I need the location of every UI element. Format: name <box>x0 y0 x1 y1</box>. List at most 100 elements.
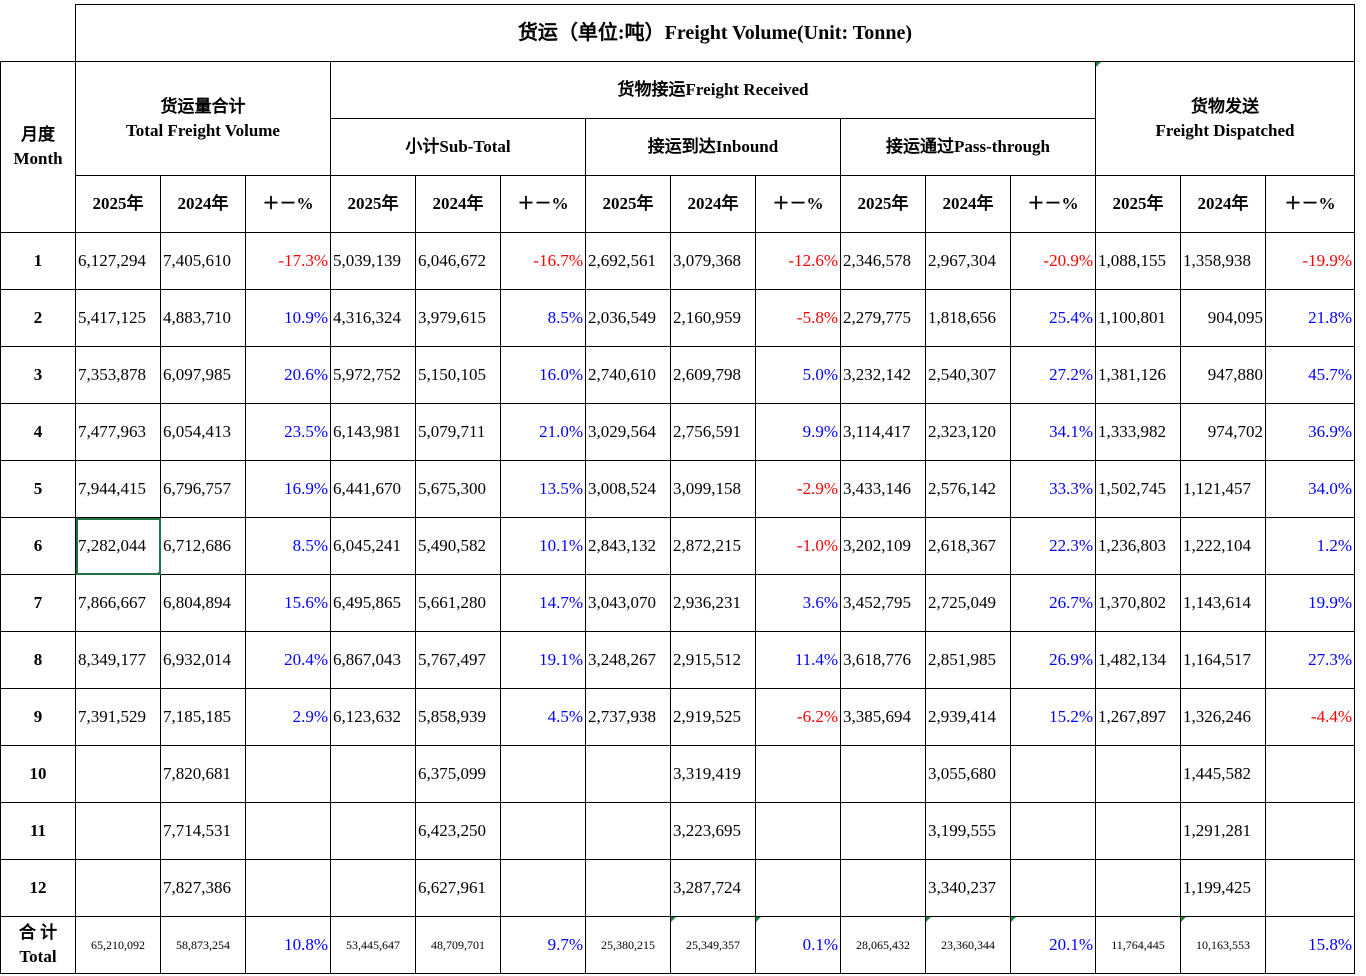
change-pct-cell[interactable] <box>1265 802 1355 860</box>
value-cell[interactable]: 7,282,044 <box>75 517 161 575</box>
change-pct-cell[interactable] <box>1265 745 1355 803</box>
blank-corner-cell[interactable] <box>0 4 76 62</box>
value-cell[interactable]: 1,222,104 <box>1180 517 1266 575</box>
value-cell[interactable]: 1,143,614 <box>1180 574 1266 632</box>
value-cell[interactable]: 1,381,126 <box>1095 346 1181 404</box>
value-cell[interactable]: 6,097,985 <box>160 346 246 404</box>
col-header-subtotal-2025[interactable]: 2025年 <box>330 175 416 233</box>
change-pct-cell[interactable] <box>245 802 331 860</box>
total-change-pct-cell[interactable]: 10.8% <box>245 916 331 974</box>
value-cell[interactable] <box>585 802 671 860</box>
value-cell[interactable]: 6,127,294 <box>75 232 161 290</box>
value-cell[interactable]: 6,046,672 <box>415 232 501 290</box>
change-pct-cell[interactable]: 15.6% <box>245 574 331 632</box>
value-cell[interactable]: 6,441,670 <box>330 460 416 518</box>
change-pct-cell[interactable]: 16.9% <box>245 460 331 518</box>
col-header-subtotal-2024[interactable]: 2024年 <box>415 175 501 233</box>
change-pct-cell[interactable]: 22.3% <box>1010 517 1096 575</box>
value-cell[interactable] <box>330 745 416 803</box>
month-cell[interactable]: 12 <box>0 859 76 917</box>
change-pct-cell[interactable]: 23.5% <box>245 403 331 461</box>
change-pct-cell[interactable]: 27.3% <box>1265 631 1355 689</box>
value-cell[interactable]: 3,433,146 <box>840 460 926 518</box>
total-value-cell[interactable]: 28,065,432 <box>840 916 926 974</box>
value-cell[interactable]: 6,932,014 <box>160 631 246 689</box>
change-pct-cell[interactable] <box>755 802 841 860</box>
value-cell[interactable]: 1,370,802 <box>1095 574 1181 632</box>
col-header-passthrough-2025[interactable]: 2025年 <box>840 175 926 233</box>
change-pct-cell[interactable]: -4.4% <box>1265 688 1355 746</box>
value-cell[interactable]: 2,323,120 <box>925 403 1011 461</box>
change-pct-cell[interactable] <box>245 745 331 803</box>
value-cell[interactable] <box>330 802 416 860</box>
value-cell[interactable] <box>75 859 161 917</box>
value-cell[interactable]: 1,358,938 <box>1180 232 1266 290</box>
value-cell[interactable]: 3,452,795 <box>840 574 926 632</box>
value-cell[interactable]: 3,008,524 <box>585 460 671 518</box>
value-cell[interactable]: 2,618,367 <box>925 517 1011 575</box>
month-cell[interactable]: 8 <box>0 631 76 689</box>
month-cell[interactable]: 2 <box>0 289 76 347</box>
value-cell[interactable]: 2,346,578 <box>840 232 926 290</box>
change-pct-cell[interactable]: 20.6% <box>245 346 331 404</box>
change-pct-cell[interactable]: 21.0% <box>500 403 586 461</box>
value-cell[interactable]: 6,143,981 <box>330 403 416 461</box>
freight-received-header[interactable]: 货物接运Freight Received <box>330 61 1096 119</box>
value-cell[interactable]: 6,045,241 <box>330 517 416 575</box>
change-pct-cell[interactable] <box>245 859 331 917</box>
total-change-pct-cell[interactable]: 0.1% <box>755 916 841 974</box>
total-label-cell[interactable]: 合 计 Total <box>0 916 76 974</box>
change-pct-cell[interactable] <box>1010 859 1096 917</box>
value-cell[interactable]: 2,279,775 <box>840 289 926 347</box>
month-cell[interactable]: 7 <box>0 574 76 632</box>
value-cell[interactable]: 3,114,417 <box>840 403 926 461</box>
change-pct-cell[interactable] <box>755 859 841 917</box>
change-pct-cell[interactable]: -5.8% <box>755 289 841 347</box>
value-cell[interactable]: 4,316,324 <box>330 289 416 347</box>
value-cell[interactable]: 3,232,142 <box>840 346 926 404</box>
month-cell[interactable]: 1 <box>0 232 76 290</box>
value-cell[interactable]: 8,349,177 <box>75 631 161 689</box>
month-cell[interactable]: 11 <box>0 802 76 860</box>
value-cell[interactable]: 1,445,582 <box>1180 745 1266 803</box>
value-cell[interactable]: 3,223,695 <box>670 802 756 860</box>
change-pct-cell[interactable]: 16.0% <box>500 346 586 404</box>
value-cell[interactable]: 5,858,939 <box>415 688 501 746</box>
value-cell[interactable]: 1,291,281 <box>1180 802 1266 860</box>
change-pct-cell[interactable] <box>1010 802 1096 860</box>
value-cell[interactable]: 6,423,250 <box>415 802 501 860</box>
total-value-cell[interactable]: 23,360,344 <box>925 916 1011 974</box>
value-cell[interactable]: 7,353,878 <box>75 346 161 404</box>
value-cell[interactable]: 1,164,517 <box>1180 631 1266 689</box>
total-value-cell[interactable]: 58,873,254 <box>160 916 246 974</box>
value-cell[interactable]: 1,236,803 <box>1095 517 1181 575</box>
value-cell[interactable] <box>840 859 926 917</box>
value-cell[interactable] <box>1095 745 1181 803</box>
value-cell[interactable]: 3,043,070 <box>585 574 671 632</box>
change-pct-cell[interactable]: -19.9% <box>1265 232 1355 290</box>
value-cell[interactable]: 1,502,745 <box>1095 460 1181 518</box>
change-pct-cell[interactable] <box>755 745 841 803</box>
value-cell[interactable] <box>75 745 161 803</box>
change-pct-cell[interactable]: 34.1% <box>1010 403 1096 461</box>
value-cell[interactable]: 3,319,419 <box>670 745 756 803</box>
value-cell[interactable]: 6,123,632 <box>330 688 416 746</box>
value-cell[interactable]: 2,740,610 <box>585 346 671 404</box>
value-cell[interactable]: 6,495,865 <box>330 574 416 632</box>
col-header-passthrough-2024[interactable]: 2024年 <box>925 175 1011 233</box>
value-cell[interactable]: 3,055,680 <box>925 745 1011 803</box>
change-pct-cell[interactable] <box>1010 745 1096 803</box>
value-cell[interactable]: 1,482,134 <box>1095 631 1181 689</box>
month-cell[interactable]: 5 <box>0 460 76 518</box>
change-pct-cell[interactable]: 45.7% <box>1265 346 1355 404</box>
value-cell[interactable]: 2,919,525 <box>670 688 756 746</box>
value-cell[interactable]: 2,851,985 <box>925 631 1011 689</box>
total-value-cell[interactable]: 25,380,215 <box>585 916 671 974</box>
value-cell[interactable]: 3,618,776 <box>840 631 926 689</box>
change-pct-cell[interactable]: 25.4% <box>1010 289 1096 347</box>
subtotal-header[interactable]: 小计Sub-Total <box>330 118 586 176</box>
total-change-pct-cell[interactable]: 15.8% <box>1265 916 1355 974</box>
value-cell[interactable]: 6,867,043 <box>330 631 416 689</box>
change-pct-cell[interactable] <box>500 745 586 803</box>
total-value-cell[interactable]: 65,210,092 <box>75 916 161 974</box>
